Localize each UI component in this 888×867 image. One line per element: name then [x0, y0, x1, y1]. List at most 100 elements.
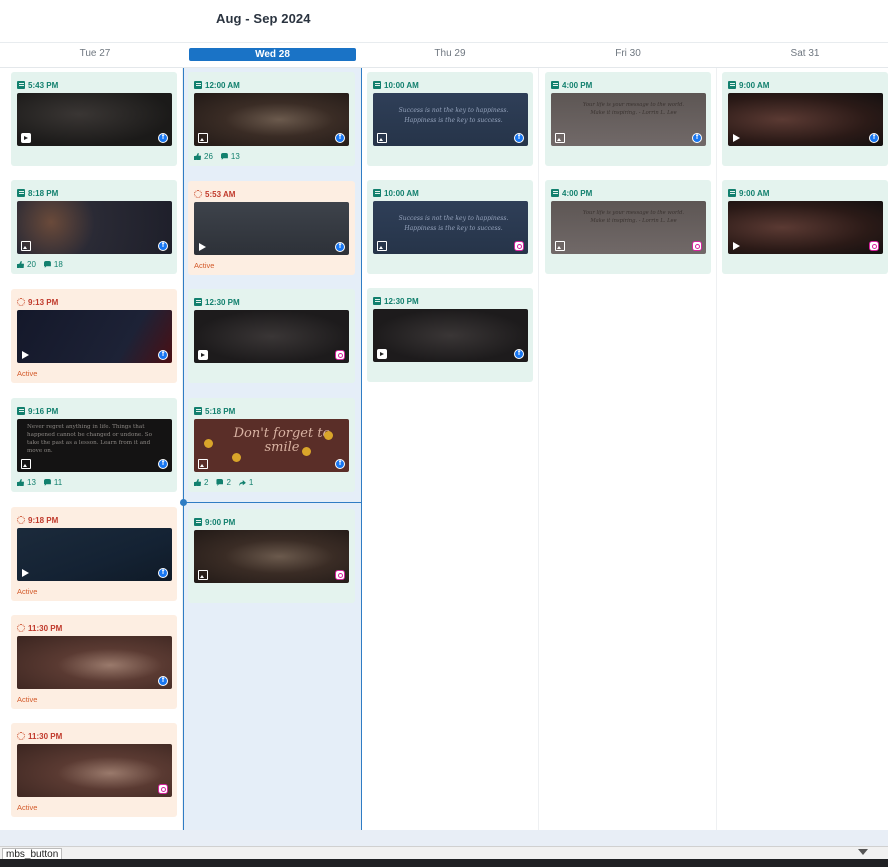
- post-thumbnail[interactable]: Don't forget to smile f: [194, 419, 349, 472]
- post-card[interactable]: 12:00 AM f 26 13: [188, 72, 355, 166]
- post-card[interactable]: 9:00 AM f: [722, 72, 888, 166]
- instagram-icon: [514, 241, 524, 251]
- image-icon: [21, 241, 31, 251]
- post-card[interactable]: 5:53 AM f Active: [188, 181, 355, 275]
- current-time-dot: [180, 499, 187, 506]
- smiley-icon: [324, 431, 333, 440]
- day-header-wed-today[interactable]: Wed 28: [189, 48, 356, 61]
- post-card[interactable]: 12:30 PM: [188, 289, 355, 383]
- chevron-down-icon[interactable]: [858, 849, 868, 855]
- post-card[interactable]: 8:18 PM f 20 18: [11, 180, 177, 274]
- post-card[interactable]: 9:16 PM Never regret anything in life. T…: [11, 398, 177, 492]
- post-thumbnail[interactable]: f: [17, 201, 172, 254]
- image-icon: [555, 133, 565, 143]
- post-thumbnail[interactable]: f: [17, 528, 172, 581]
- post-card[interactable]: 4:00 PM Your life is your message to the…: [545, 180, 711, 274]
- like-icon: [17, 479, 24, 486]
- published-icon: [194, 407, 202, 415]
- reel-icon: [377, 349, 387, 359]
- smiley-icon: [232, 453, 241, 462]
- post-time: 9:16 PM: [28, 406, 59, 416]
- post-time: 9:00 AM: [739, 188, 770, 198]
- post-card[interactable]: 12:30 PM f: [367, 288, 533, 382]
- active-status-icon: [17, 298, 25, 306]
- like-count: 26: [204, 152, 213, 161]
- post-thumbnail[interactable]: f: [194, 93, 349, 146]
- post-card[interactable]: 9:00 PM: [188, 509, 355, 603]
- post-card[interactable]: 11:30 PM Active: [11, 723, 177, 817]
- image-icon: [198, 570, 208, 580]
- post-thumbnail[interactable]: [194, 530, 349, 583]
- day-header-tue[interactable]: Tue 27: [10, 48, 180, 59]
- post-thumbnail[interactable]: [194, 310, 349, 363]
- post-card[interactable]: 10:00 AM Success is not the key to happi…: [367, 72, 533, 166]
- day-header-row: Tue 27 Wed 28 Thu 29 Fri 30 Sat 31: [0, 42, 888, 68]
- post-time: 4:00 PM: [562, 80, 593, 90]
- post-thumbnail[interactable]: f: [194, 202, 349, 255]
- play-icon: [733, 134, 740, 142]
- thumbnail-quote: Success is not the key to happiness. Hap…: [398, 107, 509, 124]
- comment-icon: [216, 479, 224, 486]
- post-time: 5:43 PM: [28, 80, 59, 90]
- post-thumbnail[interactable]: f: [17, 636, 172, 689]
- thumbnail-quote: Don't forget to smile: [233, 426, 331, 455]
- reel-icon: [21, 133, 31, 143]
- active-status-icon: [194, 190, 202, 198]
- post-thumbnail[interactable]: f: [373, 309, 528, 362]
- post-thumbnail[interactable]: f: [17, 310, 172, 363]
- post-card[interactable]: 9:00 AM: [722, 180, 888, 274]
- play-icon: [22, 569, 29, 577]
- comment-icon: [220, 153, 228, 160]
- post-card[interactable]: 5:43 PM f: [11, 72, 177, 166]
- published-icon: [551, 189, 559, 197]
- post-thumbnail[interactable]: Success is not the key to happiness. Hap…: [373, 201, 528, 254]
- comment-count: 13: [230, 152, 240, 161]
- thumbnail-quote: Your life is your message to the world. …: [582, 102, 685, 116]
- published-icon: [194, 518, 202, 526]
- post-time: 9:13 PM: [28, 297, 59, 307]
- image-icon: [21, 459, 31, 469]
- facebook-icon: f: [158, 459, 168, 469]
- post-stats: 2 2 1: [194, 478, 253, 487]
- thumbnail-quote: Success is not the key to happiness. Hap…: [398, 215, 509, 232]
- post-card[interactable]: 11:30 PM f Active: [11, 615, 177, 709]
- day-header-fri[interactable]: Fri 30: [543, 48, 713, 59]
- facebook-icon: f: [335, 242, 345, 252]
- day-header-sat[interactable]: Sat 31: [720, 48, 888, 59]
- comment-count: 2: [226, 478, 231, 487]
- post-time: 11:30 PM: [28, 623, 63, 633]
- post-thumbnail[interactable]: Your life is your message to the world. …: [551, 201, 706, 254]
- published-icon: [373, 297, 381, 305]
- facebook-icon: f: [158, 241, 168, 251]
- active-label: Active: [17, 587, 38, 596]
- active-status-icon: [17, 516, 25, 524]
- published-icon: [373, 81, 381, 89]
- post-time: 11:30 PM: [28, 731, 63, 741]
- post-card[interactable]: 10:00 AM Success is not the key to happi…: [367, 180, 533, 274]
- post-card[interactable]: 5:18 PM Don't forget to smile f 2 2 1: [188, 398, 355, 492]
- post-thumbnail[interactable]: Never regret anything in life. Things th…: [17, 419, 172, 472]
- like-count: 2: [204, 478, 209, 487]
- post-thumbnail[interactable]: Your life is your message to the world. …: [551, 93, 706, 146]
- thumbnail-quote: Never regret anything in life. Things th…: [27, 424, 152, 454]
- active-status-icon: [17, 732, 25, 740]
- post-card[interactable]: 4:00 PM Your life is your message to the…: [545, 72, 711, 166]
- taskbar-strip: [0, 859, 888, 867]
- post-thumbnail[interactable]: f: [728, 93, 883, 146]
- post-thumbnail[interactable]: [728, 201, 883, 254]
- published-icon: [17, 189, 25, 197]
- published-icon: [728, 81, 736, 89]
- facebook-icon: f: [335, 133, 345, 143]
- play-icon: [199, 243, 206, 251]
- smiley-icon: [302, 447, 311, 456]
- active-label: Active: [17, 803, 38, 812]
- like-count: 13: [27, 478, 36, 487]
- day-header-thu[interactable]: Thu 29: [365, 48, 535, 59]
- post-card[interactable]: 9:18 PM f Active: [11, 507, 177, 601]
- post-thumbnail[interactable]: f: [17, 93, 172, 146]
- share-icon: [238, 480, 246, 486]
- reel-icon: [198, 350, 208, 360]
- post-card[interactable]: 9:13 PM f Active: [11, 289, 177, 383]
- post-thumbnail[interactable]: Success is not the key to happiness. Hap…: [373, 93, 528, 146]
- post-thumbnail[interactable]: [17, 744, 172, 797]
